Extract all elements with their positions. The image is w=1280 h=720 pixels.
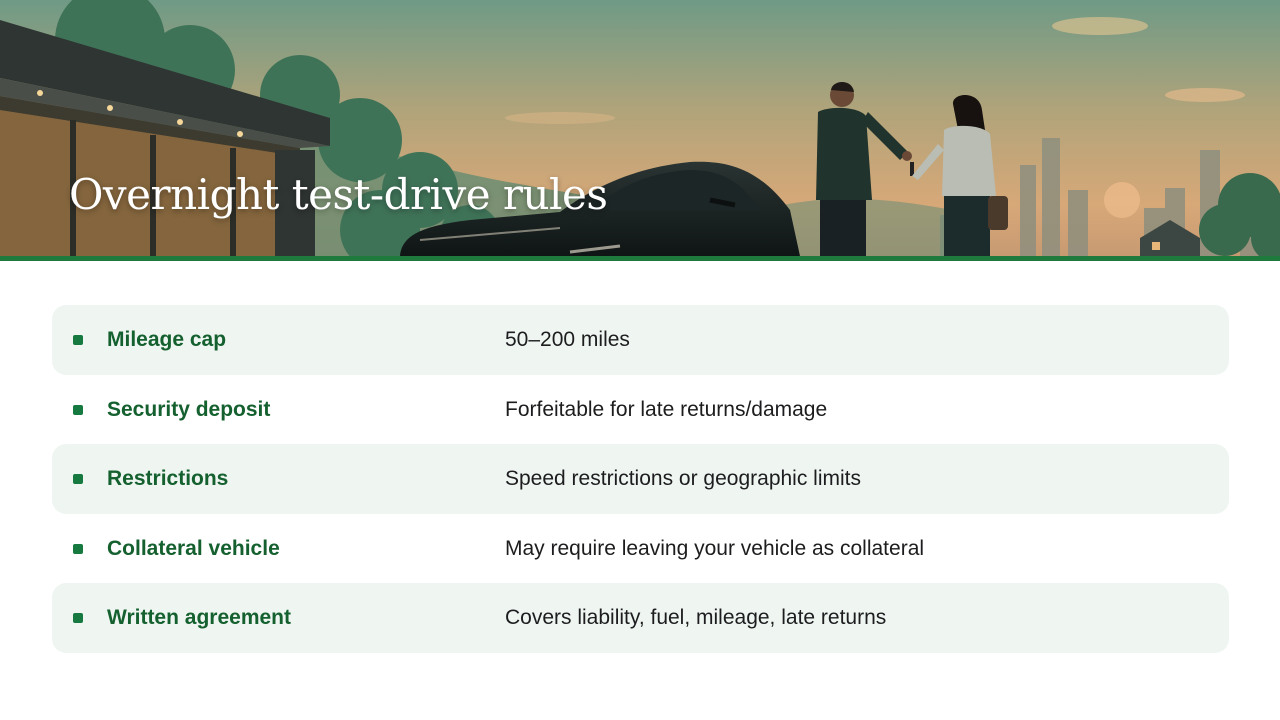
rule-label: Written agreement: [107, 606, 291, 629]
rule-row-collateral-vehicle: Collateral vehicle May require leaving y…: [52, 514, 1229, 584]
rules-list: Mileage cap 50–200 miles Security deposi…: [52, 305, 1229, 653]
bullet-marker: [73, 613, 83, 623]
bullet-marker: [73, 335, 83, 345]
rule-value: Speed restrictions or geographic limits: [505, 467, 861, 490]
bullet-marker: [73, 543, 83, 554]
rule-label: Collateral vehicle: [107, 536, 280, 560]
rule-row-restrictions: Restrictions Speed restrictions or geogr…: [52, 444, 1229, 514]
slide-title: Overnight test-drive rules: [69, 170, 608, 219]
rule-row-written-agreement: Written agreement Covers liability, fuel…: [52, 583, 1229, 653]
banner-accent-rule: [0, 256, 1280, 261]
rule-value: Forfeitable for late returns/damage: [505, 397, 828, 421]
bullet-marker: [73, 404, 83, 415]
rule-row-mileage-cap: Mileage cap 50–200 miles: [52, 305, 1229, 375]
rule-value: 50–200 miles: [505, 328, 630, 351]
rule-label: Mileage cap: [107, 328, 227, 351]
rule-value: May require leaving your vehicle as coll…: [505, 536, 925, 560]
rule-label: Security deposit: [107, 397, 271, 421]
rule-label: Restrictions: [107, 467, 229, 490]
rule-value: Covers liability, fuel, mileage, late re…: [505, 606, 887, 629]
bullet-marker: [73, 474, 83, 484]
rule-row-security-deposit: Security deposit Forfeitable for late re…: [52, 375, 1229, 445]
